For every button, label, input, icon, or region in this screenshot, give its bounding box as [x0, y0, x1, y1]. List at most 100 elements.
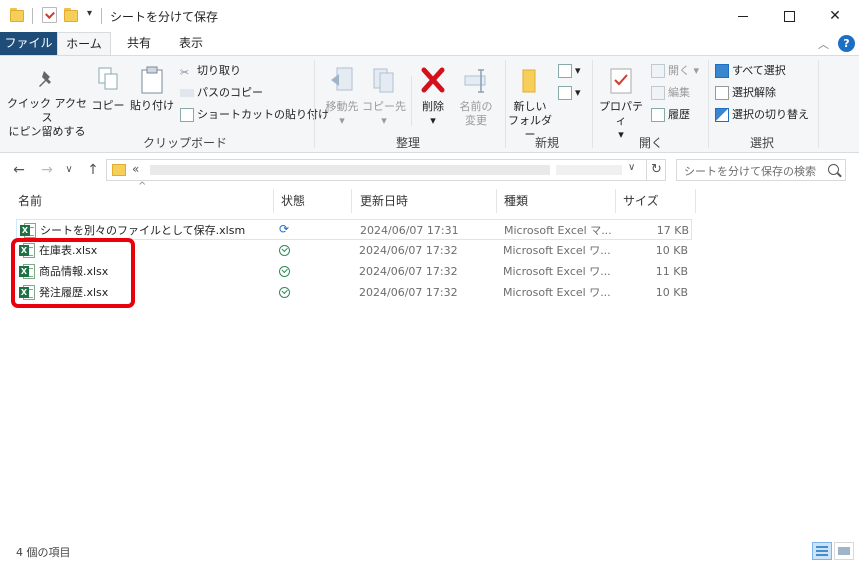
column-divider[interactable]	[695, 189, 696, 213]
copy-path-button[interactable]: パスのコピー	[180, 84, 263, 102]
help-icon[interactable]: ?	[838, 35, 855, 52]
search-placeholder: シートを分けて保存の検索	[684, 165, 816, 178]
tab-file[interactable]: ファイル	[0, 32, 57, 55]
invert-selection-button[interactable]: 選択の切り替え	[715, 106, 809, 124]
select-group-label: 選択	[749, 136, 774, 150]
ribbon: クイック アクセス にピン留めする コピー 貼り付け ✂ 切り取り パスのコピー …	[0, 55, 859, 153]
synced-check-icon	[279, 287, 290, 298]
forward-arrow-icon[interactable]: →	[38, 162, 56, 178]
delete-x-icon	[421, 67, 445, 93]
pin-label: クイック アクセス	[7, 97, 87, 124]
redacted-path	[556, 165, 622, 175]
rename-button[interactable]: 名前の 変更	[454, 66, 498, 128]
tab-view[interactable]: 表示	[168, 32, 214, 55]
large-icons-view-icon[interactable]	[834, 542, 854, 560]
select-all-label: すべて選択	[732, 64, 786, 77]
edit-icon	[651, 86, 665, 100]
edit-button[interactable]: 編集	[651, 84, 690, 102]
history-icon	[651, 108, 665, 122]
properties-label: プロパティ	[599, 100, 643, 127]
new-folder-quick-icon[interactable]	[64, 8, 78, 22]
maximize-button[interactable]	[766, 0, 812, 32]
column-divider[interactable]	[615, 189, 616, 213]
file-size: 11 KB	[655, 265, 688, 278]
copy-path-label: パスのコピー	[197, 86, 263, 99]
group-separator	[708, 60, 709, 148]
group-separator	[592, 60, 593, 148]
search-input[interactable]: シートを分けて保存の検索	[676, 159, 846, 181]
new-item-button[interactable]: ▾	[558, 62, 581, 80]
address-dropdown-icon[interactable]: ∨	[628, 162, 635, 173]
column-modified[interactable]: 更新日時	[360, 190, 494, 212]
open-label: 開く	[668, 64, 690, 77]
file-type: Microsoft Excel ワ...	[503, 244, 611, 257]
rename-label: 変更	[465, 114, 487, 127]
open-icon	[651, 64, 665, 78]
new-item-icon	[558, 64, 572, 78]
select-all-button[interactable]: すべて選択	[715, 62, 786, 80]
excel-file-icon: X	[20, 223, 36, 238]
paste-shortcut-label: ショートカットの貼り付け	[197, 108, 329, 121]
group-separator	[314, 60, 315, 148]
column-status[interactable]: 状態	[281, 190, 347, 212]
file-size: 10 KB	[655, 286, 688, 299]
open-button[interactable]: 開く ▾	[651, 62, 699, 80]
move-to-button[interactable]: 移動先 ▾	[320, 66, 364, 128]
column-divider[interactable]	[351, 189, 352, 213]
copy-to-button[interactable]: コピー先 ▾	[362, 66, 406, 128]
back-arrow-icon[interactable]: ←	[10, 162, 28, 178]
select-none-button[interactable]: 選択解除	[715, 84, 776, 102]
pin-quick-access-button[interactable]: クイック アクセス にピン留めする	[6, 68, 88, 139]
title-separator	[101, 8, 102, 24]
file-row[interactable]: X シートを別々のファイルとして保存.xlsm ⟳ 2024/06/07 17:…	[16, 219, 692, 240]
select-all-icon	[715, 64, 729, 78]
copy-label: コピー	[91, 99, 125, 112]
easy-access-button[interactable]: ▾	[558, 84, 581, 102]
copy-to-label: コピー先	[362, 100, 406, 113]
cut-label: 切り取り	[197, 64, 241, 77]
move-to-icon	[331, 67, 353, 91]
delete-button[interactable]: 削除 ▾	[415, 66, 451, 128]
ribbon-collapse-icon[interactable]: ︿	[818, 36, 829, 52]
column-divider[interactable]	[496, 189, 497, 213]
path-icon	[180, 89, 194, 97]
recent-dropdown-icon[interactable]: ∨	[60, 162, 78, 178]
tab-share[interactable]: 共有	[116, 32, 162, 55]
history-button[interactable]: 履歴	[651, 106, 690, 124]
file-size: 17 KB	[656, 224, 689, 237]
properties-quick-icon[interactable]	[42, 7, 57, 23]
new-folder-button[interactable]: 新しい フォルダー	[507, 66, 553, 142]
organize-group-label: 整理	[395, 136, 420, 150]
clipboard-icon	[141, 66, 163, 94]
folder-icon	[10, 8, 24, 22]
new-folder-label: 新しい	[513, 100, 547, 113]
copy-icon	[98, 67, 118, 90]
file-type: Microsoft Excel ワ...	[503, 265, 611, 278]
column-type[interactable]: 種類	[504, 190, 612, 212]
column-divider[interactable]	[273, 189, 274, 213]
select-none-icon	[715, 86, 729, 100]
title-separator	[32, 8, 33, 24]
up-arrow-icon[interactable]: ↑	[84, 162, 102, 178]
status-bar: 4 個の項目	[0, 540, 859, 564]
item-count: 4 個の項目	[16, 546, 71, 559]
minimize-button[interactable]	[720, 0, 766, 32]
paste-shortcut-button[interactable]: ショートカットの貼り付け	[180, 106, 329, 124]
tab-home[interactable]: ホーム	[57, 32, 111, 55]
breadcrumb-overflow[interactable]: «	[132, 162, 139, 176]
quick-access-dropdown-icon[interactable]: ▾	[87, 8, 92, 19]
file-modified: 2024/06/07 17:32	[359, 265, 458, 278]
ribbon-tabs: ファイル ホーム 共有 表示 ︿ ?	[0, 32, 859, 55]
clipboard-group-label: クリップボード	[142, 136, 227, 150]
properties-button[interactable]: プロパティ ▾	[596, 66, 646, 142]
details-view-icon[interactable]	[812, 542, 832, 560]
refresh-icon[interactable]: ↻	[646, 159, 666, 181]
cut-button[interactable]: ✂ 切り取り	[180, 62, 241, 80]
window-title: シートを分けて保存	[110, 10, 219, 24]
column-name[interactable]: 名前	[18, 190, 268, 212]
column-size[interactable]: サイズ	[623, 190, 693, 212]
paste-button[interactable]: 貼り付け	[129, 66, 175, 113]
copy-button[interactable]: コピー	[90, 66, 126, 113]
close-button[interactable]: ✕	[812, 0, 858, 32]
properties-check-icon	[610, 68, 632, 94]
